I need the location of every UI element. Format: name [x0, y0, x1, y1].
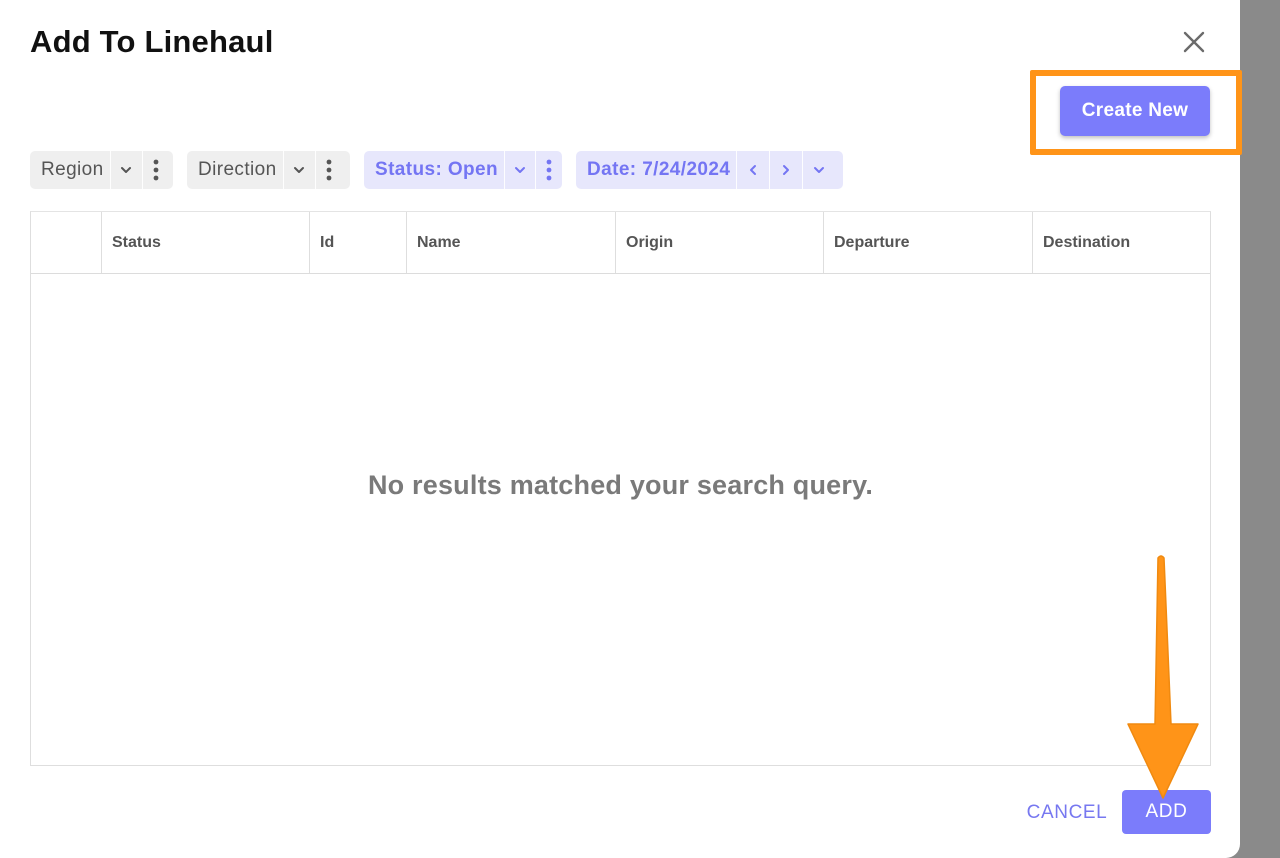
- annotation-arrow-icon: [1127, 555, 1199, 799]
- close-icon: [1183, 31, 1205, 53]
- previous-date-button[interactable]: [736, 151, 769, 189]
- status-dropdown-button[interactable]: [504, 151, 535, 189]
- column-header-destination[interactable]: Destination: [1032, 212, 1210, 273]
- close-button[interactable]: [1176, 24, 1212, 60]
- column-header-id[interactable]: Id: [309, 212, 406, 273]
- chevron-left-icon: [750, 165, 757, 175]
- direction-filter-chip[interactable]: Direction: [187, 151, 350, 189]
- column-header-name[interactable]: Name: [406, 212, 615, 273]
- column-header-departure[interactable]: Departure: [823, 212, 1032, 273]
- dialog-title: Add To Linehaul: [30, 24, 274, 59]
- status-filter-label[interactable]: Status: Open: [364, 151, 504, 189]
- add-to-linehaul-dialog: Add To Linehaul Create New Region Direct…: [0, 0, 1242, 858]
- direction-dropdown-button[interactable]: [282, 151, 315, 189]
- linehaul-table: Status Id Name Origin Departure Destinat…: [30, 211, 1211, 766]
- column-header-status[interactable]: Status: [101, 212, 309, 273]
- column-header-select[interactable]: [31, 212, 101, 273]
- region-more-button[interactable]: [141, 151, 170, 189]
- chevron-right-icon: [783, 165, 790, 175]
- more-vertical-icon: [546, 159, 552, 181]
- direction-more-button[interactable]: [314, 151, 343, 189]
- direction-filter-label[interactable]: Direction: [187, 151, 283, 189]
- more-vertical-icon: [326, 159, 332, 181]
- region-dropdown-button[interactable]: [109, 151, 142, 189]
- create-new-button[interactable]: Create New: [1060, 86, 1210, 136]
- chevron-down-icon: [121, 167, 132, 173]
- column-header-origin[interactable]: Origin: [615, 212, 823, 273]
- chevron-down-icon: [294, 167, 305, 173]
- status-filter-chip[interactable]: Status: Open: [364, 151, 562, 189]
- empty-state-message: No results matched your search query.: [367, 470, 874, 500]
- chevron-down-icon: [514, 167, 525, 173]
- cancel-button[interactable]: CANCEL: [1024, 792, 1110, 834]
- more-vertical-icon: [153, 159, 159, 181]
- table-header: Status Id Name Origin Departure Destinat…: [31, 212, 1210, 274]
- date-dropdown-button[interactable]: [802, 151, 835, 189]
- next-date-button[interactable]: [769, 151, 802, 189]
- chevron-down-icon: [814, 167, 825, 173]
- date-filter-label[interactable]: Date: 7/24/2024: [576, 151, 736, 189]
- status-more-button[interactable]: [534, 151, 562, 189]
- region-filter-label[interactable]: Region: [30, 151, 110, 189]
- date-filter-chip[interactable]: Date: 7/24/2024: [576, 151, 843, 189]
- region-filter-chip[interactable]: Region: [30, 151, 173, 189]
